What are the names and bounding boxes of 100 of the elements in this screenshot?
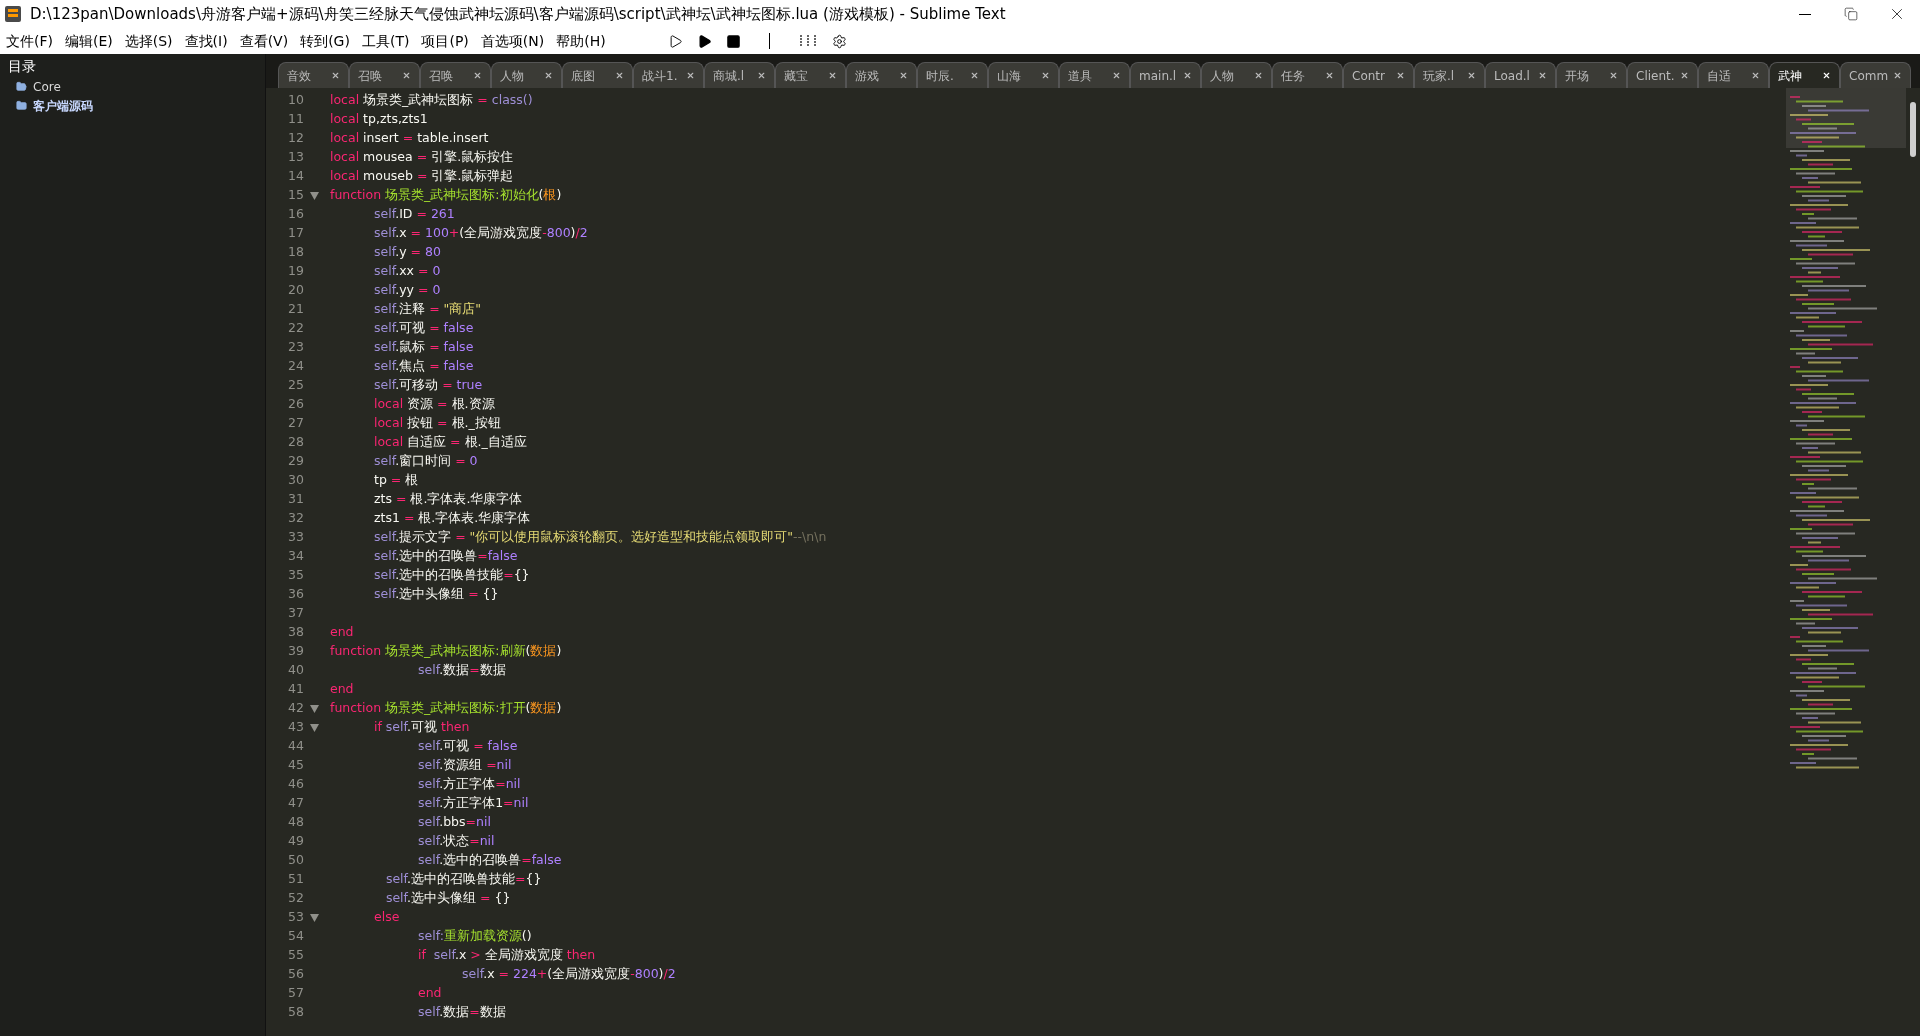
file-tab[interactable]: 时辰. <box>917 62 988 88</box>
close-icon[interactable] <box>828 71 837 80</box>
line-number: 51 <box>287 870 304 889</box>
close-icon[interactable] <box>402 71 411 80</box>
close-icon[interactable] <box>1467 71 1476 80</box>
file-tab[interactable]: 任务 <box>1272 62 1343 88</box>
file-tab[interactable]: Client. <box>1627 62 1698 88</box>
close-icon[interactable] <box>970 71 979 80</box>
code-line: self.x = 100+(全局游戏宽度-800)/2 <box>373 224 588 243</box>
code-line: local mousea = 引擎.鼠标按住 <box>329 148 514 167</box>
folder-icon <box>16 81 27 92</box>
settings-icon[interactable] <box>831 33 847 49</box>
code-line: self.yy = 0 <box>373 281 441 300</box>
menu-item[interactable]: 帮助(H) <box>550 30 612 52</box>
close-icon[interactable] <box>615 71 624 80</box>
code-line: local 资源 = 根.资源 <box>373 395 495 414</box>
file-tab[interactable]: 底图 <box>562 62 633 88</box>
folder-item[interactable]: Core <box>0 77 265 96</box>
file-tab[interactable]: 人物 <box>491 62 562 88</box>
line-number: 34 <box>287 547 304 566</box>
line-number: 43 <box>287 718 304 737</box>
file-tab[interactable]: 游戏 <box>846 62 917 88</box>
code-line: self.选中的召唤兽=false <box>417 851 562 870</box>
file-tab[interactable]: Contr <box>1343 62 1414 88</box>
menu-item[interactable]: 首选项(N) <box>474 30 551 52</box>
close-icon[interactable] <box>473 71 482 80</box>
code-line: function 场景类_武神坛图标:刷新(数据) <box>329 642 562 661</box>
line-number: 14 <box>287 167 304 186</box>
close-icon[interactable] <box>686 71 695 80</box>
file-tab[interactable]: 道具 <box>1059 62 1130 88</box>
play-icon[interactable] <box>696 33 712 49</box>
line-number: 10 <box>287 91 304 110</box>
file-tab[interactable]: 召唤 <box>349 62 420 88</box>
close-icon[interactable] <box>1112 71 1121 80</box>
minimize-icon <box>1799 13 1811 15</box>
menu-item[interactable]: 转到(G) <box>294 30 356 52</box>
line-number: 18 <box>287 243 304 262</box>
close-icon[interactable] <box>1325 71 1334 80</box>
line-number: 21 <box>287 300 304 319</box>
close-icon[interactable] <box>1751 71 1760 80</box>
line-number: 55 <box>287 946 304 965</box>
menu-item[interactable]: 查找(I) <box>178 30 234 52</box>
menu-item[interactable]: 查看(V) <box>233 30 295 52</box>
code-line: self.y = 80 <box>373 243 441 262</box>
line-number: 56 <box>287 965 304 984</box>
code-line: self.焦点 = false <box>373 357 474 376</box>
stop-icon[interactable] <box>725 33 741 49</box>
menu-item[interactable]: 选择(S) <box>118 30 179 52</box>
close-icon[interactable] <box>1680 71 1689 80</box>
menu-item[interactable]: 编辑(E) <box>59 30 119 52</box>
file-tab[interactable]: 战斗1. <box>633 62 704 88</box>
file-tab[interactable]: 山海 <box>988 62 1059 88</box>
menu-item[interactable]: 工具(T) <box>355 30 416 52</box>
close-icon[interactable] <box>757 71 766 80</box>
file-tab[interactable]: 开场 <box>1556 62 1627 88</box>
file-tab[interactable]: 武神 <box>1769 62 1840 88</box>
line-number: 20 <box>287 281 304 300</box>
line-number: 53 <box>287 908 304 927</box>
line-number: 40 <box>287 661 304 680</box>
code-line: else <box>373 908 400 927</box>
line-number: 37 <box>287 604 304 623</box>
play-icon[interactable] <box>667 33 683 49</box>
folder-item[interactable]: 客户端源码 <box>0 96 265 115</box>
fold-arrow-icon[interactable] <box>309 191 319 200</box>
close-icon[interactable] <box>1538 71 1547 80</box>
close-icon[interactable] <box>331 71 340 80</box>
fold-arrow-icon[interactable] <box>309 913 319 922</box>
menu-item[interactable]: 文件(F) <box>0 30 59 52</box>
close-icon[interactable] <box>544 71 553 80</box>
file-tab[interactable]: 召唤 <box>420 62 491 88</box>
line-number: 24 <box>287 357 304 376</box>
close-icon[interactable] <box>1396 71 1405 80</box>
file-tab[interactable]: main.l <box>1130 62 1201 88</box>
file-tab[interactable]: Comm <box>1840 62 1911 88</box>
code-line: self.方正字体=nil <box>417 775 521 794</box>
line-number: 58 <box>287 1003 304 1022</box>
file-tab[interactable]: 玩家.l <box>1414 62 1485 88</box>
file-tab[interactable]: 商城.l <box>704 62 775 88</box>
code-line: self.x = 224+(全局游戏宽度-800)/2 <box>461 965 676 984</box>
file-tab[interactable]: 人物 <box>1201 62 1272 88</box>
line-number: 32 <box>287 509 304 528</box>
menu-item[interactable]: 项目(P) <box>415 30 475 52</box>
file-tab[interactable]: 音效 <box>278 62 349 88</box>
close-icon[interactable] <box>1254 71 1263 80</box>
line-number: 15 <box>287 186 304 205</box>
restore-icon <box>1844 7 1858 21</box>
close-icon[interactable] <box>899 71 908 80</box>
line-number: 57 <box>287 984 304 1003</box>
file-tab[interactable]: 自适 <box>1698 62 1769 88</box>
close-icon[interactable] <box>1183 71 1192 80</box>
file-tab[interactable]: 藏宝 <box>775 62 846 88</box>
code-line: self.选中头像组 = {} <box>373 585 499 604</box>
code-line: self:重新加载资源() <box>417 927 532 946</box>
close-icon[interactable] <box>1609 71 1618 80</box>
close-icon[interactable] <box>1041 71 1050 80</box>
sidebar-title: 目录 <box>7 57 37 76</box>
file-tab[interactable]: Load.l <box>1485 62 1556 88</box>
folder-icon <box>16 100 27 111</box>
code-line: self.数据=数据 <box>417 1003 506 1022</box>
close-icon[interactable] <box>1893 71 1902 80</box>
